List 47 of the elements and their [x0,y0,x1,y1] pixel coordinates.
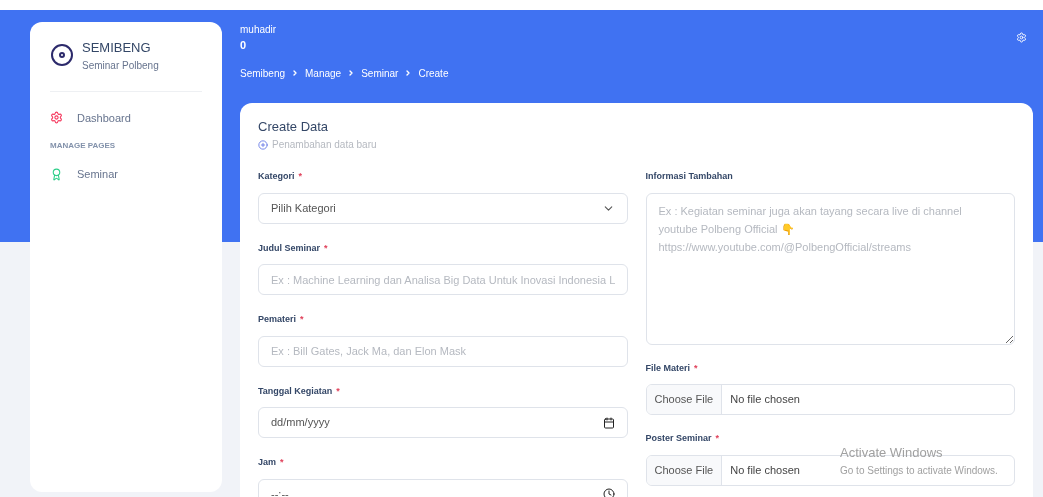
time-field[interactable]: --:-- [258,478,628,497]
choose-file-button[interactable]: Choose File [646,455,723,485]
required-asterisk: * [715,432,720,445]
section-heading: MANAGE PAGES [50,140,117,152]
plus-circle-icon [258,139,268,150]
card-subtitle: Penambahan data baru [272,138,377,152]
field-label: Pemateri [258,313,297,326]
field-label: Informasi Tambahan [645,170,733,183]
field-label: File Materi [645,361,690,375]
field-label: Jam [258,456,276,469]
user-name: muhadir [240,23,277,37]
category-select[interactable]: Pilih Kategori [258,192,628,224]
breadcrumb-link[interactable]: Manage [305,65,342,81]
file-status-text: No file chosen [729,462,801,478]
brand-subtitle: Seminar Polbeng [82,58,159,73]
required-asterisk: * [298,170,303,183]
brand-title: SEMIBENG [82,39,152,57]
field-label: Tanggal Kegiatan [258,384,333,398]
breadcrumb-link[interactable]: Create [418,65,449,81]
card-title: Create Data [258,117,330,136]
dashboard-icon [50,111,63,125]
sidebar-item[interactable]: Dashboard [50,109,202,126]
required-asterisk: * [280,456,284,469]
field-label: Judul Seminar [258,241,320,255]
logo-icon [50,43,74,68]
sidebar-item[interactable]: Seminar [50,166,202,183]
settings-icon[interactable] [1016,32,1027,43]
choose-file-button[interactable]: Choose File [646,385,723,414]
required-asterisk: * [336,384,340,398]
breadcrumb-link[interactable]: Semibeng [240,65,286,81]
input-field[interactable]: Ex : Machine Learning dan Analisa Big Data Untuk Inovasi Indonesia L [258,264,628,295]
required-asterisk: * [694,361,698,375]
file-field[interactable]: Choose File No file chosen [645,384,1015,415]
field-label: Kategori [258,170,295,183]
input-field[interactable]: Ex : Bill Gates, Jack Ma, dan Elon Mask [258,335,628,367]
date-field[interactable]: dd/mm/yyyy [258,407,628,438]
file-status-text: No file chosen [729,392,801,408]
field-label: Poster Seminar [645,432,712,445]
textarea-field[interactable]: Ex : Kegiatan seminar juga akan tayang secara live di channel youtube Polbeng Official 👇 https://www.youtube.com/@PolbengOfficial/streams [645,192,1015,345]
clock-icon [602,488,615,497]
award-icon [50,167,63,181]
breadcrumb-link[interactable]: Seminar [361,65,399,81]
required-asterisk: * [300,313,304,326]
activation-message: Go to Settings to activate Windows. [840,463,998,478]
required-asterisk: * [324,241,328,255]
count-text: 0 [240,38,248,53]
calendar-icon [602,416,615,429]
